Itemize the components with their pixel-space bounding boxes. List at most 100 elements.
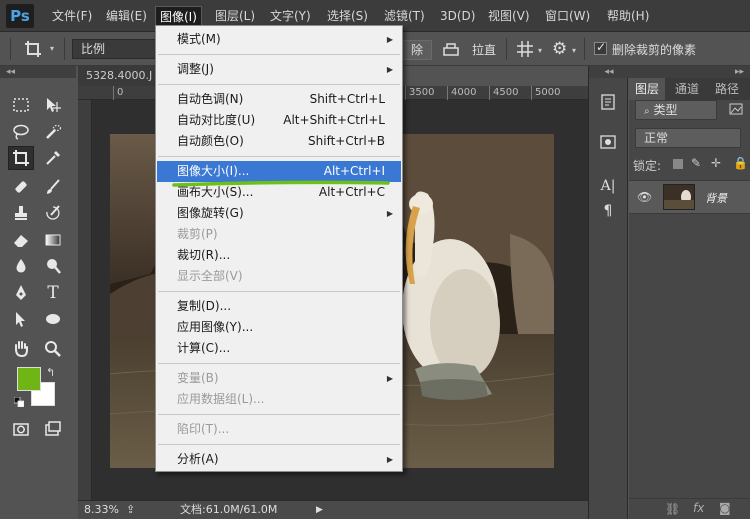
delete-cropped-checkbox[interactable]	[594, 40, 607, 55]
gradient-tool-icon[interactable]	[40, 228, 66, 252]
menu-item-6[interactable]: 自动颜色(O) Shift+Ctrl+B	[157, 131, 401, 152]
lock-transparency-icon[interactable]	[673, 159, 683, 169]
dodge-tool-icon[interactable]	[40, 254, 66, 278]
menu-item-shortcut: Alt+Ctrl+I	[323, 164, 385, 178]
gear-icon[interactable]: ⚙	[552, 39, 567, 59]
lock-pixels-icon[interactable]: ✎	[691, 156, 701, 170]
menu-image[interactable]: 图像(I)	[155, 6, 202, 26]
menu-type[interactable]: 文字(Y)	[266, 6, 315, 26]
history-brush-tool-icon[interactable]	[40, 201, 66, 225]
layer-filter-select[interactable]: ⌕ 类型	[635, 100, 717, 120]
status-expand-arrow-icon[interactable]: ▶	[316, 501, 323, 519]
blend-mode-select[interactable]: 正常	[635, 128, 741, 148]
fx-icon[interactable]: fx	[693, 501, 704, 515]
menu-filter[interactable]: 滤镜(T)	[380, 6, 429, 26]
layer-tabs: 图层 通道 路径	[629, 78, 750, 100]
ruler-tick: 3500	[405, 86, 434, 100]
menu-3d[interactable]: 3D(D)	[436, 6, 479, 26]
menu-item-4[interactable]: 自动色调(N) Shift+Ctrl+L	[157, 89, 401, 110]
menu-item-20: 应用数据组(L)...	[157, 389, 401, 410]
grid-overlay-icon[interactable]	[516, 40, 534, 58]
delete-cropped-label: 删除裁剪的像素	[612, 43, 697, 57]
mask-icon[interactable]: ◙	[719, 501, 731, 515]
eraser-tool-icon[interactable]	[8, 228, 34, 252]
quick-mask-icon[interactable]	[8, 417, 34, 441]
pen-tool-icon[interactable]	[8, 281, 34, 305]
layer-name[interactable]: 背景	[705, 190, 727, 206]
tool-preset-chevron-icon[interactable]: ▾	[50, 44, 54, 53]
menu-item-12[interactable]: 裁切(R)...	[157, 245, 401, 266]
zoom-level[interactable]: 8.33%	[84, 501, 119, 519]
menu-item-label: 裁剪(P)	[177, 227, 218, 241]
brush-tool-icon[interactable]	[40, 175, 66, 199]
panel-collapse-icon[interactable]: ◂◂	[589, 66, 629, 78]
menu-item-shortcut: Shift+Ctrl+L	[309, 92, 385, 106]
clone-stamp-tool-icon[interactable]	[8, 201, 34, 225]
menu-item-19: 变量(B) ▶	[157, 368, 401, 389]
screen-mode-icon[interactable]	[40, 417, 66, 441]
lasso-tool-icon[interactable]	[8, 120, 34, 144]
menu-item-16[interactable]: 应用图像(Y)...	[157, 317, 401, 338]
tab-layers[interactable]: 图层	[629, 78, 666, 100]
lock-position-icon[interactable]: ✛	[711, 156, 721, 170]
ellipse-tool-icon[interactable]	[40, 307, 66, 331]
marquee-tool-icon[interactable]	[8, 93, 34, 117]
crop-tool-icon[interactable]	[24, 40, 44, 58]
grid-chevron-icon[interactable]: ▾	[538, 46, 542, 55]
level-tool-icon[interactable]	[442, 40, 460, 58]
menu-item-label: 显示全部(V)	[177, 269, 243, 283]
layer-row[interactable]: 👁 背景	[629, 180, 750, 214]
menu-file[interactable]: 文件(F)	[48, 6, 96, 26]
type-tool-icon[interactable]: T	[40, 281, 66, 305]
menu-item-10[interactable]: 图像旋转(G) ▶	[157, 203, 401, 224]
move-tool-icon[interactable]	[40, 93, 66, 117]
straighten-button[interactable]: 拉直	[472, 41, 496, 61]
ratio-select[interactable]: 比例	[72, 39, 162, 59]
submenu-arrow-icon: ▶	[386, 35, 393, 44]
history-panel-icon[interactable]	[597, 92, 619, 112]
menu-item-5[interactable]: 自动对比度(U) Alt+Shift+Ctrl+L	[157, 110, 401, 131]
image-filter-icon[interactable]	[729, 102, 743, 116]
document-tab[interactable]: 5328.4000.J	[78, 66, 158, 86]
eyedropper-tool-icon[interactable]	[40, 146, 66, 170]
crop-tool-icon[interactable]	[8, 146, 34, 170]
toolbox-collapse[interactable]: ◂◂	[0, 66, 76, 78]
default-colors-icon[interactable]	[13, 396, 25, 408]
zoom-tool-icon[interactable]	[40, 337, 66, 361]
foreground-color-swatch[interactable]	[17, 367, 41, 391]
menu-item-8[interactable]: 图像大小(I)... Alt+Ctrl+I	[157, 161, 401, 182]
hand-tool-icon[interactable]	[8, 337, 34, 361]
menu-item-2[interactable]: 调整(J) ▶	[157, 59, 401, 80]
ruler-tick: 0	[113, 86, 123, 100]
blur-tool-icon[interactable]	[8, 254, 34, 278]
tab-channels[interactable]: 通道	[669, 78, 705, 100]
menu-item-15[interactable]: 复制(D)...	[157, 296, 401, 317]
divider	[64, 38, 65, 60]
menu-separator	[158, 414, 400, 415]
character-panel-icon[interactable]: A|	[597, 176, 619, 196]
link-icon[interactable]: ⛓	[665, 502, 680, 516]
quick-selection-tool-icon[interactable]	[40, 120, 66, 144]
panel-collapse-icon[interactable]: ▸▸	[629, 66, 750, 78]
menu-layer[interactable]: 图层(L)	[211, 6, 259, 26]
menu-item-0[interactable]: 模式(M) ▶	[157, 29, 401, 50]
path-selection-tool-icon[interactable]	[8, 307, 34, 331]
menu-item-17[interactable]: 计算(C)...	[157, 338, 401, 359]
document-size: 文档:61.0M/61.0M	[180, 503, 278, 516]
clear-button[interactable]: 除	[402, 40, 433, 60]
export-icon[interactable]: ⇪	[126, 501, 135, 519]
menu-view[interactable]: 视图(V)	[484, 6, 534, 26]
swap-colors-icon[interactable]: ↰	[46, 366, 55, 379]
spot-healing-tool-icon[interactable]	[8, 175, 34, 199]
menu-edit[interactable]: 编辑(E)	[102, 6, 151, 26]
eye-icon[interactable]: 👁	[637, 190, 652, 204]
menu-select[interactable]: 选择(S)	[323, 6, 372, 26]
paragraph-panel-icon[interactable]: ¶	[597, 201, 619, 221]
lock-all-icon[interactable]: 🔒	[733, 156, 748, 170]
menu-help[interactable]: 帮助(H)	[603, 6, 653, 26]
menu-item-24[interactable]: 分析(A) ▶	[157, 449, 401, 470]
settings-chevron-icon[interactable]: ▾	[572, 46, 576, 55]
menu-window[interactable]: 窗口(W)	[541, 6, 594, 26]
tab-paths[interactable]: 路径	[709, 78, 745, 100]
actions-panel-icon[interactable]	[597, 132, 619, 152]
